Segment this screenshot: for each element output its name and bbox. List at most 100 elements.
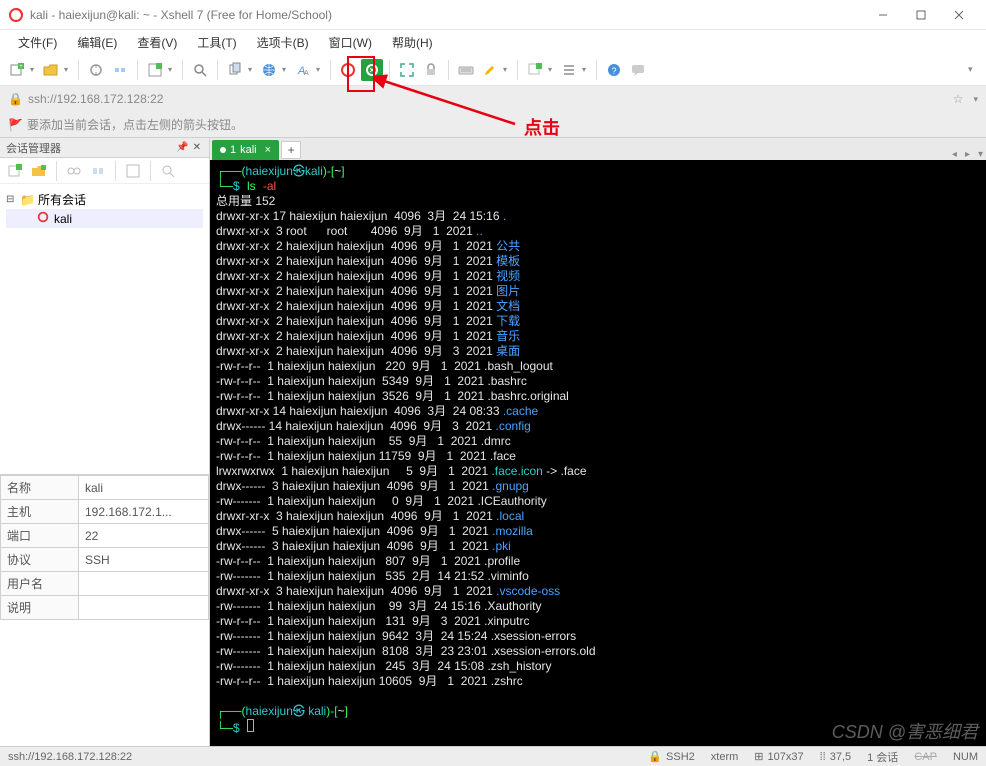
add-icon[interactable] <box>524 59 546 81</box>
globe-icon[interactable] <box>258 59 280 81</box>
status-num: NUM <box>953 751 978 763</box>
font-icon[interactable]: AA <box>292 59 314 81</box>
status-pos: ⁞⁞ 37,5 <box>820 751 852 763</box>
dropdown-icon[interactable]: ▾ <box>548 65 556 74</box>
main-area: 会话管理器 📌 ✕ ⊟ 📁 所有会话 kali <box>0 138 986 746</box>
reconnect-icon[interactable] <box>85 59 107 81</box>
menu-help[interactable]: 帮助(H) <box>384 32 441 53</box>
hint-bar: 🚩 要添加当前会话，点击左侧的箭头按钮。 <box>0 112 986 138</box>
tree-session-label: kali <box>54 212 72 226</box>
tree-session-item[interactable]: kali <box>6 209 203 228</box>
lock-icon[interactable] <box>420 59 442 81</box>
panel-close-icon[interactable]: ✕ <box>191 142 203 153</box>
link-icon[interactable] <box>63 160 85 182</box>
pin-icon[interactable]: 📌 <box>174 142 190 153</box>
prop-key: 主机 <box>1 500 79 524</box>
lock-icon: 🔒 <box>648 750 662 763</box>
terminal-output[interactable]: ┌──(haiexijun㉿kali)-[~] └─$ ls -al 总用量 1… <box>210 160 986 746</box>
collapse-icon[interactable]: ⊟ <box>6 194 16 205</box>
dropdown-icon[interactable]: ▾ <box>282 65 290 74</box>
toolbar: +▾ ▾ ▾ ▾ ▾ AA▾ ▾ ▾ ▾ ? ▾ <box>0 54 986 86</box>
session-icon <box>36 210 50 227</box>
open-icon[interactable] <box>40 59 62 81</box>
svg-text:+: + <box>19 64 23 70</box>
menu-tabs[interactable]: 选项卡(B) <box>249 32 317 53</box>
menu-view[interactable]: 查看(V) <box>129 32 185 53</box>
tab-prev-icon[interactable]: ◂ <box>949 149 960 160</box>
prop-value: 22 <box>79 524 209 548</box>
dropdown-icon[interactable]: ▾ <box>64 65 72 74</box>
maximize-button[interactable] <box>902 2 940 28</box>
status-proto: 🔒SSH2 <box>648 750 694 763</box>
copy-icon[interactable] <box>224 59 246 81</box>
panel-title-text: 会话管理器 <box>6 140 61 156</box>
dropdown-icon[interactable]: ▾ <box>503 65 511 74</box>
dropdown-icon[interactable]: ▾ <box>316 65 324 74</box>
dropdown-icon[interactable]: ▾ <box>30 65 38 74</box>
disconnect-icon[interactable] <box>109 59 131 81</box>
tab-close-icon[interactable]: × <box>265 144 271 156</box>
address-overflow-icon[interactable]: ▾ <box>973 94 978 105</box>
menu-file[interactable]: 文件(F) <box>10 32 65 53</box>
separator <box>56 161 57 181</box>
prop-key: 名称 <box>1 476 79 500</box>
xftp-icon[interactable] <box>361 59 383 81</box>
edit-icon[interactable] <box>122 160 144 182</box>
minimize-button[interactable] <box>864 2 902 28</box>
lock-icon: 🔒 <box>8 92 22 106</box>
fullscreen-icon[interactable] <box>396 59 418 81</box>
prop-row: 说明 <box>1 596 209 620</box>
separator <box>448 60 449 80</box>
menu-edit[interactable]: 编辑(E) <box>69 32 125 53</box>
prop-key: 说明 <box>1 596 79 620</box>
tab-label: kali <box>240 144 257 156</box>
dropdown-icon[interactable]: ▾ <box>582 65 590 74</box>
status-caps: CAP <box>914 751 937 763</box>
address-input[interactable] <box>28 92 943 106</box>
dropdown-icon[interactable]: ▾ <box>168 65 176 74</box>
bookmark-icon[interactable]: ☆ <box>949 92 968 106</box>
new-folder-icon[interactable] <box>28 160 50 182</box>
status-size: ⊞ 107x37 <box>754 750 803 763</box>
help-icon[interactable]: ? <box>603 59 625 81</box>
prop-value: kali <box>79 476 209 500</box>
tab-next-icon[interactable]: ▸ <box>962 149 973 160</box>
xshell-icon[interactable] <box>337 59 359 81</box>
properties-icon[interactable] <box>144 59 166 81</box>
prop-row: 主机192.168.172.1... <box>1 500 209 524</box>
separator <box>115 161 116 181</box>
close-button[interactable] <box>940 2 978 28</box>
window-title: kali - haiexijun@kali: ~ - Xshell 7 (Fre… <box>30 8 864 22</box>
highlight-icon[interactable] <box>479 59 501 81</box>
separator <box>517 60 518 80</box>
tree-root[interactable]: ⊟ 📁 所有会话 <box>6 190 203 209</box>
add-tab-button[interactable]: + <box>281 141 301 159</box>
search-icon[interactable] <box>157 160 179 182</box>
panel-title: 会话管理器 📌 ✕ <box>0 138 209 158</box>
session-manager-panel: 会话管理器 📌 ✕ ⊟ 📁 所有会话 kali <box>0 138 210 746</box>
separator <box>78 60 79 80</box>
search-icon[interactable] <box>189 59 211 81</box>
cut-icon[interactable] <box>87 160 109 182</box>
tab-menu-icon[interactable]: ▾ <box>975 149 986 160</box>
titlebar: kali - haiexijun@kali: ~ - Xshell 7 (Fre… <box>0 0 986 30</box>
prop-value <box>79 596 209 620</box>
chat-icon[interactable] <box>627 59 649 81</box>
keyboard-icon[interactable] <box>455 59 477 81</box>
separator <box>137 60 138 80</box>
new-session-icon[interactable]: + <box>6 59 28 81</box>
prop-value: SSH <box>79 548 209 572</box>
svg-text:?: ? <box>611 66 616 76</box>
menu-tools[interactable]: 工具(T) <box>189 32 244 53</box>
list-icon[interactable] <box>558 59 580 81</box>
toolbar-overflow-icon[interactable]: ▾ <box>968 64 980 75</box>
prop-key: 协议 <box>1 548 79 572</box>
new-icon[interactable] <box>4 160 26 182</box>
menu-window[interactable]: 窗口(W) <box>321 32 380 53</box>
dropdown-icon[interactable]: ▾ <box>248 65 256 74</box>
status-bar: ssh://192.168.172.128:22 🔒SSH2 xterm ⊞ 1… <box>0 746 986 766</box>
right-pane: 1 kali × + ◂ ▸ ▾ ┌──(haiexijun㉿kali)-[~]… <box>210 138 986 746</box>
tab-active[interactable]: 1 kali × <box>212 140 279 160</box>
menubar: 文件(F) 编辑(E) 查看(V) 工具(T) 选项卡(B) 窗口(W) 帮助(… <box>0 30 986 54</box>
prop-row: 名称kali <box>1 476 209 500</box>
